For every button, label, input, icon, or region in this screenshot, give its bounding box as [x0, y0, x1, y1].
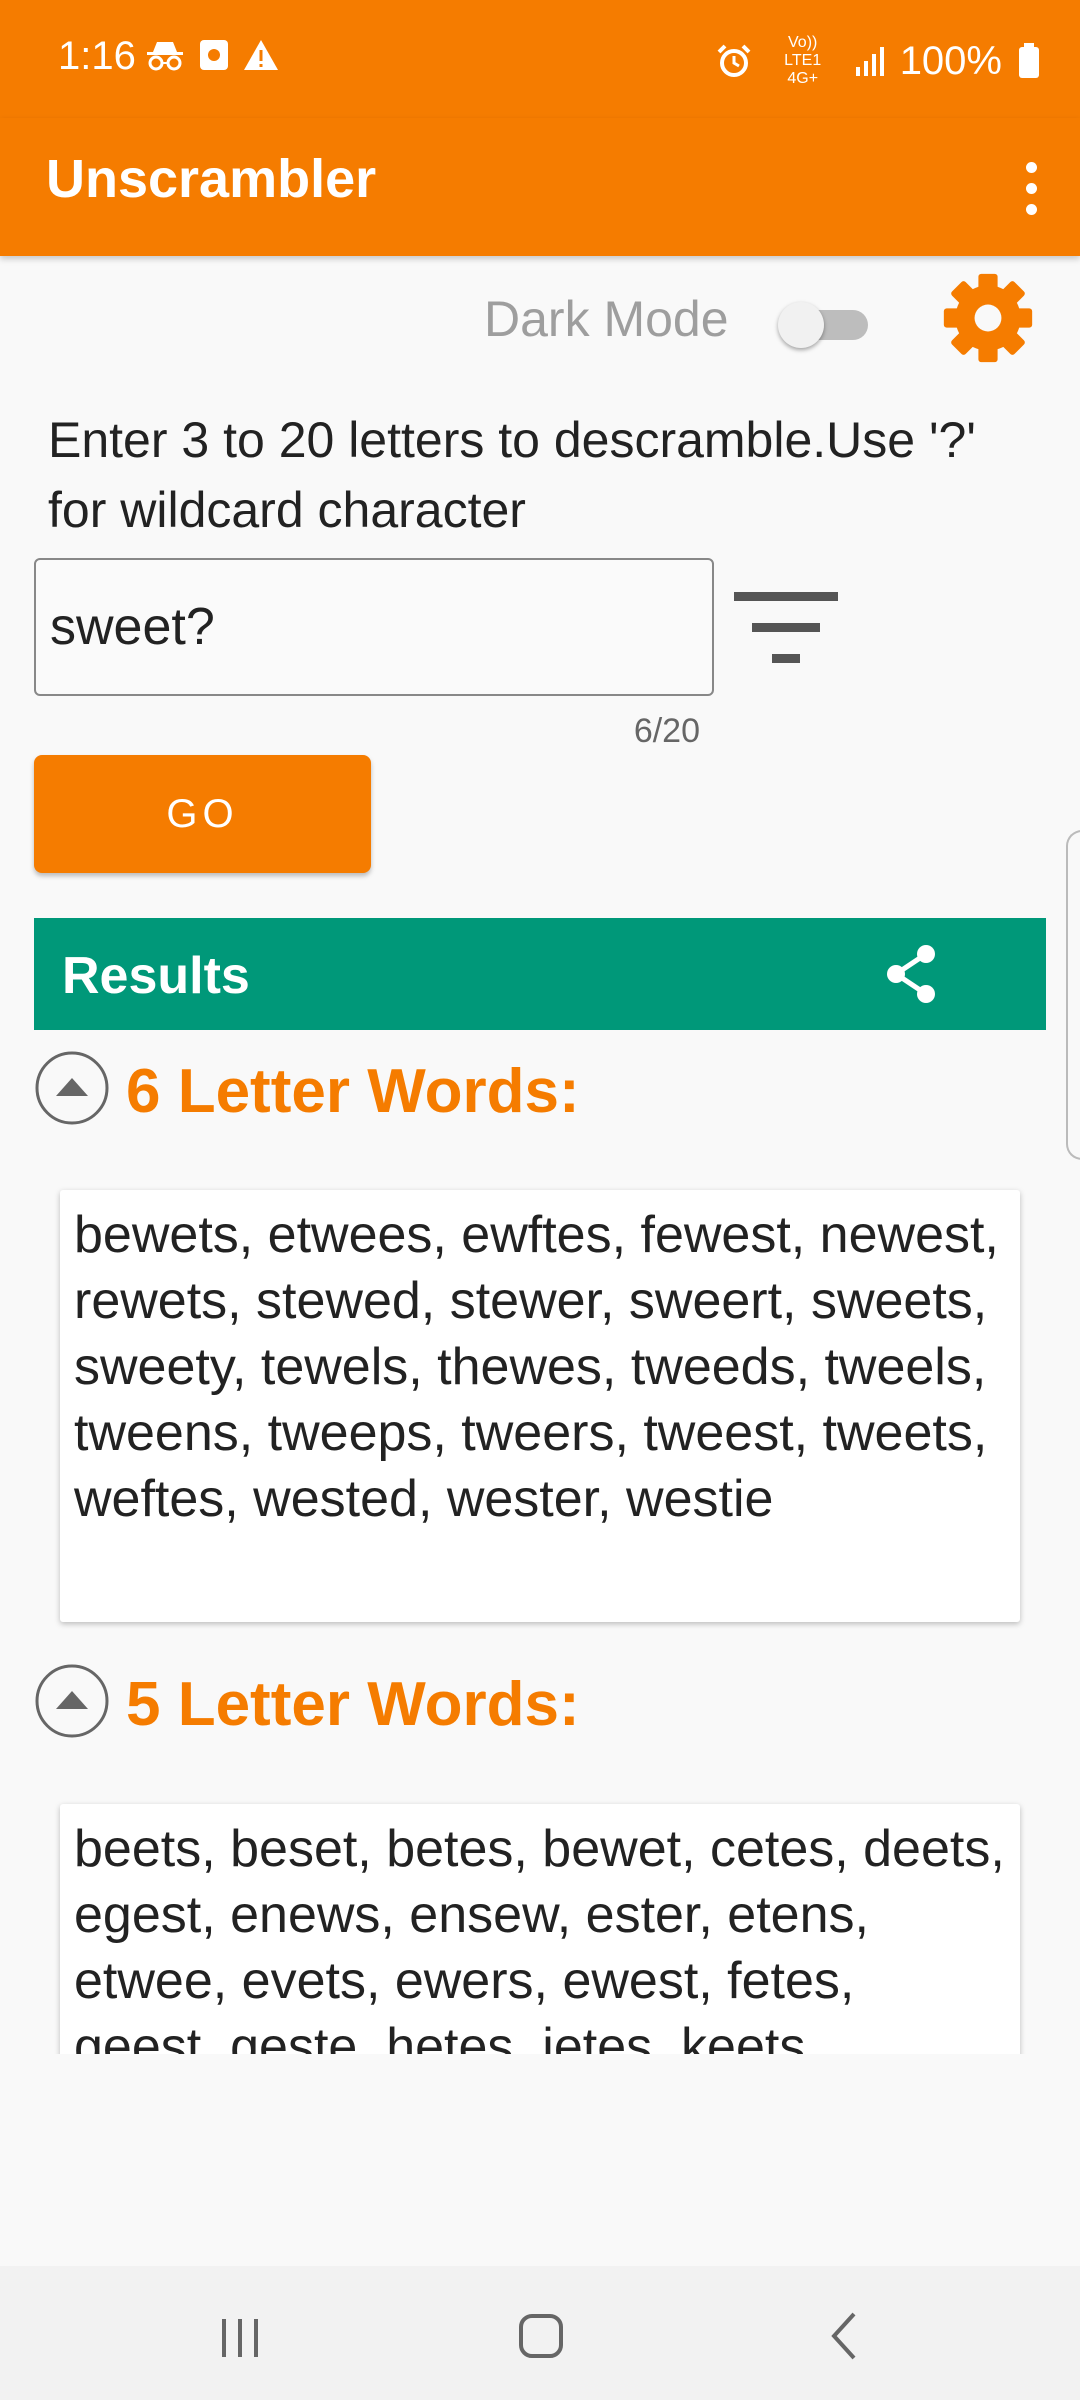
results-bar: Results	[34, 918, 1046, 1030]
gear-icon[interactable]	[940, 270, 1036, 366]
overflow-menu-icon[interactable]	[1006, 148, 1056, 228]
signal-icon	[855, 47, 884, 76]
collapse-icon[interactable]	[34, 1663, 110, 1739]
results-title: Results	[62, 947, 250, 1005]
collapse-icon[interactable]	[34, 1050, 110, 1126]
status-system-icons: Vo)) LTE1 4G+ 100%	[716, 34, 1040, 88]
status-time: 1:16	[58, 34, 136, 78]
battery-percentage: 100%	[899, 38, 1002, 83]
side-panel-handle[interactable]	[1066, 830, 1080, 1160]
battery-icon	[1019, 43, 1039, 78]
gallery-icon	[200, 40, 228, 70]
go-button[interactable]: GO	[34, 755, 371, 873]
warning-icon	[244, 40, 278, 70]
alarm-icon	[717, 44, 751, 77]
results-scroll-clip: beets, beset, betes, bewet, cetes, deets…	[0, 1780, 1080, 2054]
letters-input[interactable]	[34, 558, 714, 696]
instructions-text: Enter 3 to 20 letters to descramble.Use …	[48, 412, 976, 538]
dark-mode-row: Dark Mode	[0, 268, 1080, 368]
recents-icon[interactable]	[205, 2306, 275, 2366]
section-title: 5 Letter Words:	[126, 1670, 580, 1739]
system-nav-bar	[0, 2266, 1080, 2400]
status-bar: 1:16 Vo)) LTE1 4G+ 100%	[0, 0, 1080, 118]
network-indicator: Vo)) LTE1 4G+	[784, 34, 822, 87]
char-counter: 6/20	[633, 712, 700, 750]
back-icon[interactable]	[810, 2306, 880, 2366]
home-icon[interactable]	[506, 2306, 576, 2366]
incognito-icon	[147, 42, 183, 71]
dark-mode-toggle[interactable]	[778, 302, 868, 348]
section-title: 6 Letter Words:	[126, 1057, 580, 1126]
toggle-thumb	[778, 302, 824, 348]
dark-mode-label: Dark Mode	[484, 291, 729, 347]
app-title: Unscrambler	[46, 149, 377, 209]
status-notification-icons	[145, 38, 279, 72]
app-bar: Unscrambler	[0, 118, 1080, 256]
words-card-6-letter: bewets, etwees, ewftes, fewest, newest, …	[60, 1190, 1020, 1622]
words-card-5-letter: beets, beset, betes, bewet, cetes, deets…	[60, 1804, 1020, 2054]
filter-icon[interactable]	[730, 588, 842, 668]
share-icon[interactable]	[882, 944, 942, 1004]
